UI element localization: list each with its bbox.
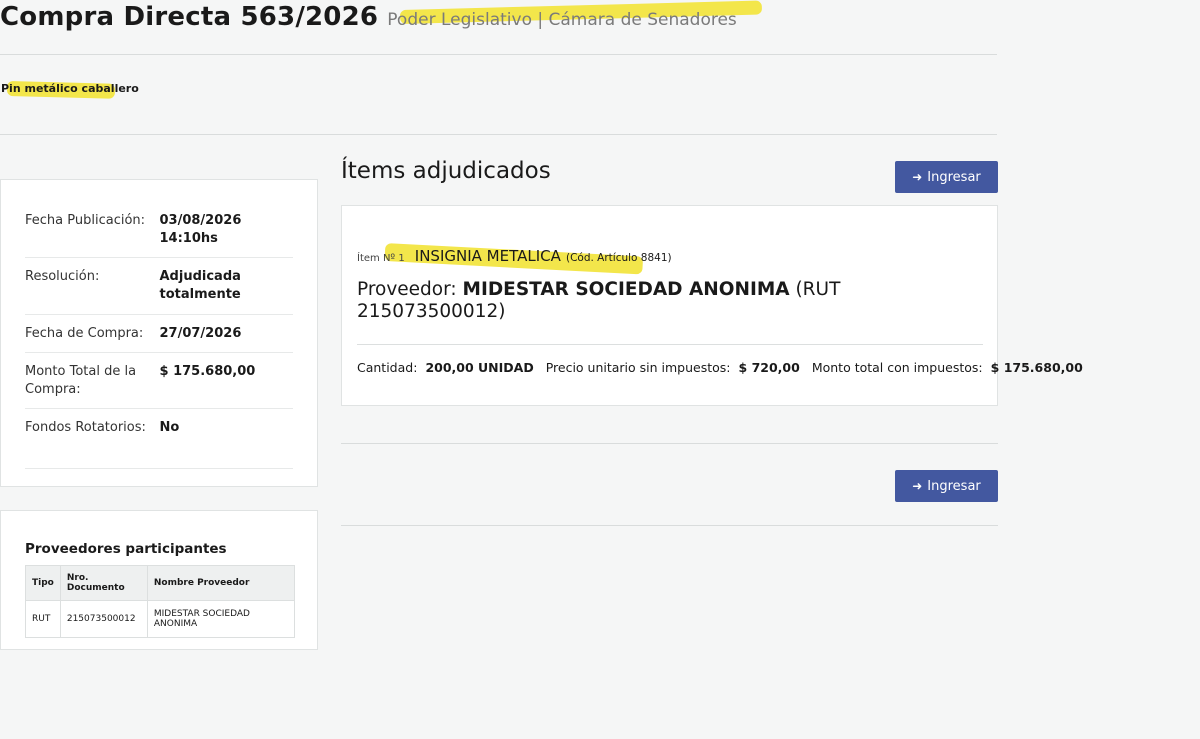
header-divider bbox=[0, 54, 997, 55]
info-row-total-amount: Monto Total de la Compra: $ 175.680,00 bbox=[25, 353, 293, 409]
info-value: No bbox=[159, 420, 180, 435]
item-divider bbox=[357, 344, 983, 345]
table-cell: 215073500012 bbox=[59, 600, 148, 638]
product-prefix: Pin bbox=[1, 82, 25, 95]
page-title: Compra Directa 563/2026 bbox=[0, 2, 379, 32]
sign-in-icon: ➜ bbox=[912, 479, 923, 493]
table-header-row: Tipo Nro. Documento Nombre Proveedor bbox=[25, 565, 296, 601]
info-row-rotating-funds: Fondos Rotatorios: No bbox=[25, 409, 293, 469]
ingresar-button-bottom[interactable]: ➜ Ingresar bbox=[895, 470, 998, 502]
ingresar-button-top[interactable]: ➜ Ingresar bbox=[895, 161, 998, 193]
info-label: Fecha de Compra: bbox=[25, 326, 144, 341]
table-cell: MIDESTAR SOCIEDAD ANONIMA bbox=[146, 600, 296, 638]
items-divider-top bbox=[341, 443, 998, 444]
info-value: 03/08/2026 14:10hs bbox=[159, 213, 242, 246]
info-row-purchase-date: Fecha de Compra: 27/07/2026 bbox=[25, 315, 293, 353]
supplier-prefix: Proveedor: bbox=[357, 279, 463, 300]
item-supplier: Proveedor: MIDESTAR SOCIEDAD ANONIMA (RU… bbox=[357, 279, 987, 323]
info-value: 27/07/2026 bbox=[159, 326, 242, 341]
providers-table: Tipo Nro. Documento Nombre Proveedor RUT… bbox=[25, 565, 296, 638]
button-label: Ingresar bbox=[927, 478, 981, 494]
info-row-publication-date: Fecha Publicación: 03/08/2026 14:10hs bbox=[25, 202, 293, 258]
item-heading: Ítem Nº 1 INSIGNIA METALICA (Cód. Artícu… bbox=[357, 246, 672, 265]
product-description: Pin metálico caballero bbox=[1, 82, 139, 95]
info-value: Adjudicada totalmente bbox=[159, 269, 241, 302]
item-name: INSIGNIA METALICA bbox=[414, 247, 561, 265]
column-header: Tipo bbox=[25, 565, 61, 601]
providers-title: Proveedores participantes bbox=[25, 541, 227, 557]
awarded-item-card: Ítem Nº 1 INSIGNIA METALICA (Cód. Artícu… bbox=[341, 205, 1083, 406]
organization-name: Poder Legislativo | Cámara de Senadores bbox=[387, 10, 737, 30]
column-header: Nro. Documento bbox=[59, 565, 148, 601]
items-divider-bottom bbox=[341, 525, 998, 526]
info-label: Fecha Publicación: bbox=[25, 213, 146, 228]
unit-price-label: Precio unitario sin impuestos: bbox=[545, 360, 731, 375]
info-label: Monto Total de la Compra: bbox=[25, 364, 137, 397]
info-value: $ 175.680,00 bbox=[159, 364, 256, 379]
info-label: Resolución: bbox=[25, 269, 100, 284]
page-header: Compra Directa 563/2026 Poder Legislativ… bbox=[0, 2, 737, 32]
quantity-label: Cantidad: bbox=[357, 360, 418, 375]
button-label: Ingresar bbox=[927, 169, 981, 185]
purchase-info-card: Fecha Publicación: 03/08/2026 14:10hs Re… bbox=[0, 179, 318, 487]
providers-card: Proveedores participantes Tipo Nro. Docu… bbox=[0, 510, 318, 650]
quantity-value: 200,00 UNIDAD bbox=[425, 360, 534, 375]
item-code: (Cód. Artículo 8841 bbox=[565, 252, 668, 264]
total-value: $ 175.680,00 bbox=[990, 360, 1083, 375]
product-divider bbox=[0, 134, 997, 135]
info-row-resolution: Resolución: Adjudicada totalmente bbox=[25, 258, 293, 315]
item-quantities: Cantidad: 200,00 UNIDAD Precio unitario s… bbox=[357, 360, 1083, 375]
supplier-name: MIDESTAR SOCIEDAD ANONIMA bbox=[462, 279, 790, 300]
product-highlighted: metálico caballero bbox=[24, 82, 139, 95]
unit-price-value: $ 720,00 bbox=[738, 360, 800, 375]
info-label: Fondos Rotatorios: bbox=[25, 420, 146, 435]
table-row: RUT 215073500012 MIDESTAR SOCIEDAD ANONI… bbox=[25, 600, 296, 638]
item-code-close: ) bbox=[667, 252, 672, 264]
awarded-items-title: Ítems adjudicados bbox=[341, 158, 551, 184]
table-cell: RUT bbox=[25, 600, 61, 638]
item-number: Ítem Nº 1 bbox=[357, 253, 405, 264]
sign-in-icon: ➜ bbox=[912, 170, 923, 184]
column-header: Nombre Proveedor bbox=[146, 565, 296, 601]
total-label: Monto total con impuestos: bbox=[811, 360, 983, 375]
